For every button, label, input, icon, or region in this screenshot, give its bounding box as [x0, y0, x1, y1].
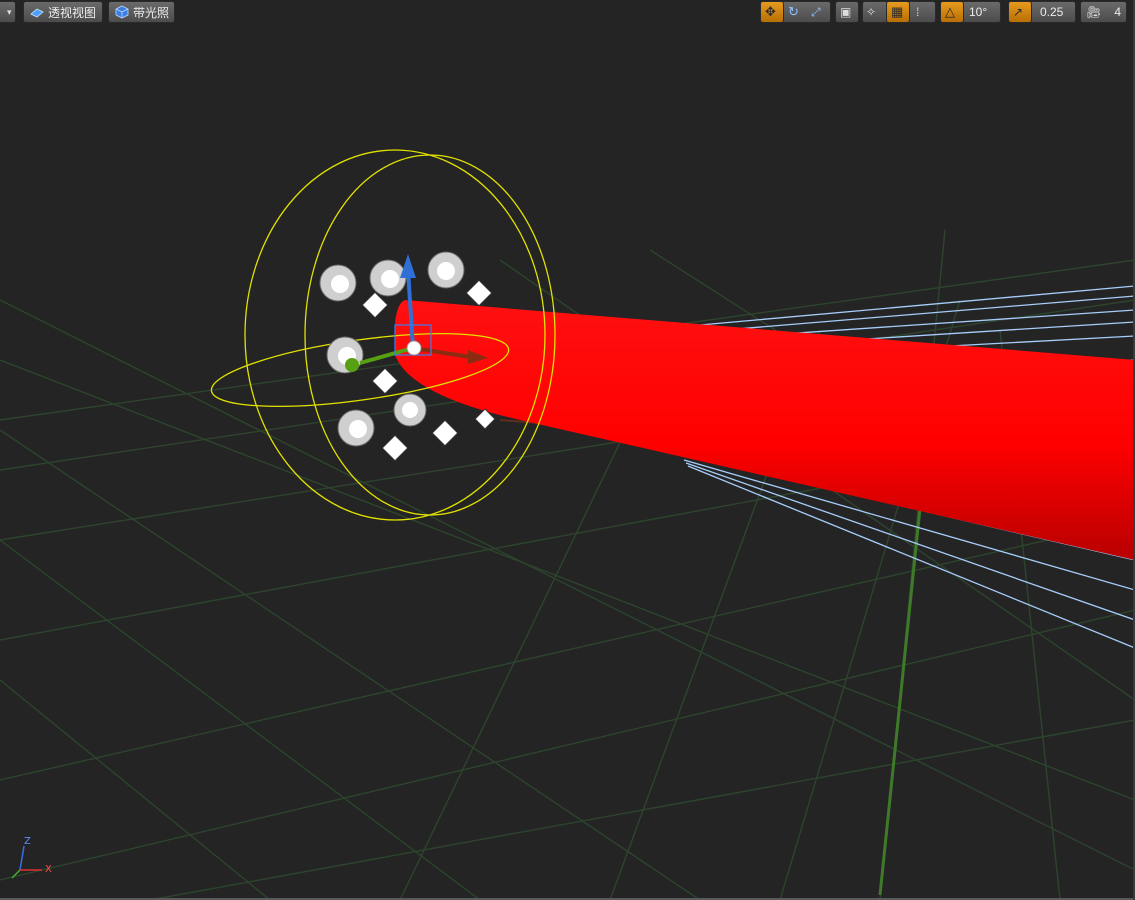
grid-snap-icon: ⁞ — [916, 5, 920, 19]
lit-cube-icon — [115, 5, 129, 19]
surface-snapping-button[interactable]: ▣ — [835, 1, 859, 23]
rotate-icon: ↻ — [788, 4, 799, 19]
level-viewport[interactable]: Z X ▾ 透视视图 带光照 ✥ ↻ ⤢ ▣ ✧ ▦ ⁞ △ 10° ↗ 0.2… — [0, 0, 1135, 900]
rotation-snap-value[interactable]: 10° — [964, 1, 1001, 23]
axis-x-label: X — [45, 864, 52, 875]
rotation-snap-toggle[interactable]: △ — [940, 1, 964, 23]
grid-icon: ▦ — [891, 4, 904, 19]
translate-mode-button[interactable]: ✥ — [760, 1, 784, 23]
move-arrows-icon: ✥ — [765, 4, 776, 19]
camera-icon: 🎥︎ — [1086, 5, 1102, 19]
viewport-options-button[interactable]: ▾ — [0, 1, 16, 23]
lighting-mode-label: 带光照 — [133, 5, 170, 20]
globe-icon: ✧ — [866, 5, 877, 19]
camera-speed-button[interactable]: 🎥︎ 4 — [1080, 1, 1127, 23]
world-local-button[interactable]: ✧ — [862, 1, 886, 23]
scale-mode-button[interactable]: ⤢ — [807, 1, 831, 23]
grid-snap-value[interactable]: ⁞ — [910, 1, 936, 23]
axis-z-label: Z — [24, 836, 31, 847]
view-mode-button[interactable]: 透视视图 — [23, 1, 103, 23]
cube-icon: ▣ — [840, 5, 852, 19]
perspective-icon — [30, 5, 44, 19]
chevron-down-icon: ▾ — [7, 6, 12, 17]
red-beam[interactable] — [394, 300, 1135, 560]
scale-snap-value[interactable]: 0.25 — [1032, 1, 1076, 23]
scale-icon: ⤢ — [811, 4, 821, 19]
grid-axis-green — [878, 459, 927, 896]
camera-speed-label: 4 — [1114, 5, 1121, 19]
angle-icon: △ — [945, 4, 955, 19]
rotation-snap-label: 10° — [969, 5, 988, 19]
scale-snap-toggle[interactable]: ↗ — [1008, 1, 1032, 23]
scale-arrow-icon: ↗ — [1013, 5, 1024, 19]
lighting-mode-button[interactable]: 带光照 — [108, 1, 175, 23]
rotate-mode-button[interactable]: ↻ — [784, 1, 808, 23]
view-mode-label: 透视视图 — [48, 5, 97, 20]
scale-snap-label: 0.25 — [1040, 5, 1064, 19]
grid-snap-toggle[interactable]: ▦ — [886, 1, 910, 23]
viewport-scene[interactable] — [0, 0, 1135, 900]
